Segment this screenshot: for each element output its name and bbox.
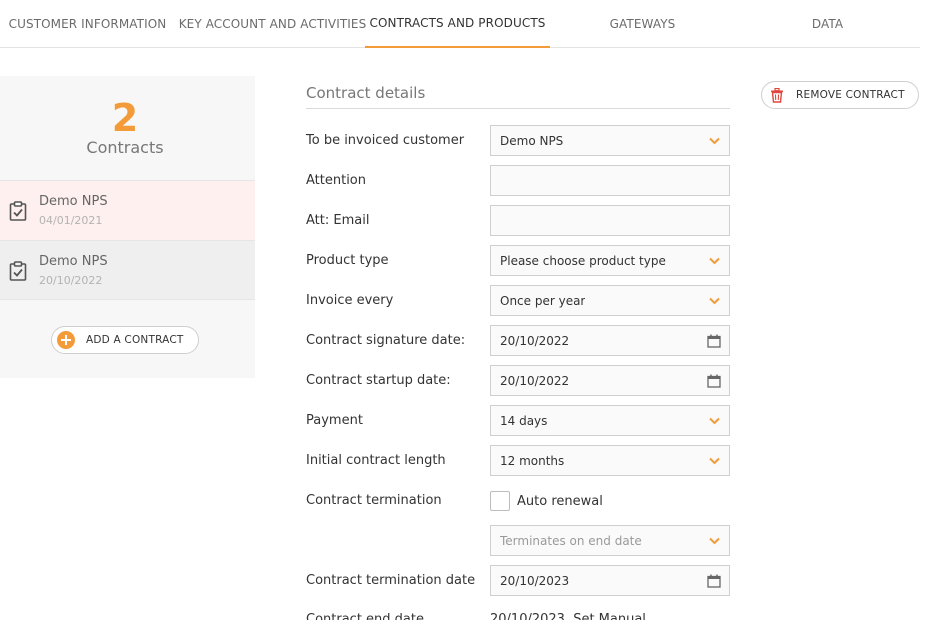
tab-gateways[interactable]: GATEWAYS	[550, 0, 735, 48]
add-contract-button[interactable]: ADD A CONTRACT	[51, 326, 199, 354]
contract-date: 20/10/2022	[39, 274, 103, 287]
end-date-value: 20/10/2023, Set Manual	[490, 612, 646, 620]
signature-date-label: Contract signature date:	[306, 333, 466, 348]
invoiced-customer-select[interactable]: Demo NPS	[490, 125, 730, 156]
contract-details-title: Contract details	[306, 84, 730, 109]
contracts-panel: 2 Contracts Demo NPS 04/01/2021 Demo NPS…	[0, 76, 255, 378]
contracts-count-label: Contracts	[86, 138, 164, 157]
chevron-down-icon	[709, 257, 720, 265]
add-contract-label: ADD A CONTRACT	[86, 334, 184, 346]
startup-date-input[interactable]: 20/10/2022	[490, 365, 730, 396]
remove-contract-button[interactable]: REMOVE CONTRACT	[761, 81, 919, 109]
attention-label: Attention	[306, 173, 366, 188]
auto-renewal-label: Auto renewal	[517, 494, 603, 509]
invoice-every-select[interactable]: Once per year	[490, 285, 730, 316]
tab-key-account-and-activities[interactable]: KEY ACCOUNT AND ACTIVITIES	[179, 0, 367, 48]
contracts-count: 2	[111, 96, 139, 140]
contract-name: Demo NPS	[39, 194, 108, 209]
calendar-icon[interactable]	[707, 334, 721, 348]
tab-customer-information[interactable]: CUSTOMER INFORMATION	[0, 0, 175, 48]
chevron-down-icon	[709, 537, 720, 545]
termination-type-select[interactable]: Terminates on end date	[490, 525, 730, 556]
invoice-every-value: Once per year	[500, 293, 586, 308]
att-email-label: Att: Email	[306, 213, 370, 228]
payment-label: Payment	[306, 413, 363, 428]
initial-length-select[interactable]: 12 months	[490, 445, 730, 476]
payment-select[interactable]: 14 days	[490, 405, 730, 436]
att-email-input[interactable]	[490, 205, 730, 236]
product-type-value: Please choose product type	[500, 253, 666, 268]
tab-data[interactable]: DATA	[735, 0, 920, 48]
attention-input[interactable]	[490, 165, 730, 196]
invoiced-customer-value: Demo NPS	[500, 133, 564, 148]
termination-date-label: Contract termination date	[306, 573, 476, 588]
startup-date-value: 20/10/2022	[500, 373, 570, 388]
remove-contract-label: REMOVE CONTRACT	[796, 89, 905, 101]
invoiced-customer-label: To be invoiced customer	[306, 133, 465, 148]
payment-value: 14 days	[500, 413, 548, 428]
calendar-icon[interactable]	[707, 374, 721, 388]
product-type-select[interactable]: Please choose product type	[490, 245, 730, 276]
contract-list-item[interactable]: Demo NPS 04/01/2021	[0, 180, 255, 240]
clipboard-check-icon	[9, 261, 27, 281]
termination-date-value: 20/10/2023	[500, 573, 570, 588]
tab-contracts-and-products[interactable]: CONTRACTS AND PRODUCTS	[365, 0, 550, 48]
contract-name: Demo NPS	[39, 254, 108, 269]
termination-date-input[interactable]: 20/10/2023	[490, 565, 730, 596]
calendar-icon[interactable]	[707, 574, 721, 588]
auto-renewal-checkbox[interactable]	[490, 491, 510, 511]
plus-circle-icon	[57, 331, 75, 349]
end-date-label: Contract end date	[306, 612, 424, 620]
chevron-down-icon	[709, 297, 720, 305]
startup-date-label: Contract startup date:	[306, 373, 451, 388]
initial-length-label: Initial contract length	[306, 453, 446, 468]
tab-bar: CUSTOMER INFORMATION KEY ACCOUNT AND ACT…	[0, 0, 920, 48]
termination-label: Contract termination	[306, 493, 442, 508]
contracts-count-box: 2 Contracts	[0, 76, 255, 180]
contract-date: 04/01/2021	[39, 214, 103, 227]
signature-date-input[interactable]: 20/10/2022	[490, 325, 730, 356]
product-type-label: Product type	[306, 253, 389, 268]
termination-type-value: Terminates on end date	[500, 533, 642, 548]
trash-icon	[771, 87, 783, 103]
invoice-every-label: Invoice every	[306, 293, 394, 308]
clipboard-check-icon	[9, 201, 27, 221]
chevron-down-icon	[709, 457, 720, 465]
chevron-down-icon	[709, 137, 720, 145]
chevron-down-icon	[709, 417, 720, 425]
initial-length-value: 12 months	[500, 453, 565, 468]
contract-list-item[interactable]: Demo NPS 20/10/2022	[0, 240, 255, 300]
signature-date-value: 20/10/2022	[500, 333, 570, 348]
